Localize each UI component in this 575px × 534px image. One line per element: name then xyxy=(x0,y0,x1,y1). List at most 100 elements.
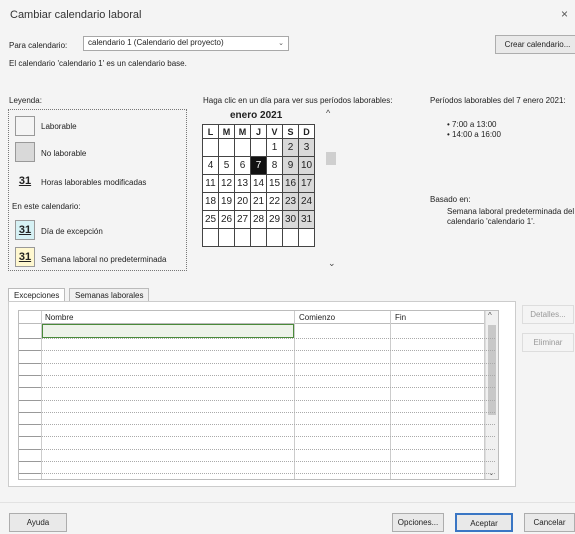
legend-swatch-modified-hours: 31 xyxy=(18,175,32,187)
calendar-day[interactable]: 4 xyxy=(202,156,219,175)
calendar-day[interactable] xyxy=(218,228,235,247)
weekday-header: V xyxy=(266,124,283,139)
options-button[interactable]: Opciones... xyxy=(392,513,444,532)
calendar-day[interactable]: 7 xyxy=(250,156,267,175)
table-row[interactable] xyxy=(19,399,495,401)
calendar-day[interactable]: 18 xyxy=(202,192,219,211)
legend-text-nonworking: No laborable xyxy=(41,149,87,158)
row-header[interactable] xyxy=(19,461,41,462)
table-row[interactable] xyxy=(19,436,495,438)
legend-swatch-nonworking xyxy=(15,142,35,162)
calendar-day[interactable]: 21 xyxy=(250,192,267,211)
calendar-day[interactable]: 6 xyxy=(234,156,251,175)
calendar-day[interactable]: 23 xyxy=(282,192,299,211)
row-header[interactable] xyxy=(19,424,41,426)
table-row[interactable] xyxy=(19,448,495,450)
delete-button[interactable]: Eliminar xyxy=(522,333,574,352)
calendar-day[interactable]: 14 xyxy=(250,174,267,193)
calendar-day[interactable]: 15 xyxy=(266,174,283,193)
table-row[interactable] xyxy=(19,411,495,413)
calendar-day[interactable]: 25 xyxy=(202,210,219,229)
calendar-day[interactable]: 9 xyxy=(282,156,299,175)
legend-swatch-nondefault-week: 31 xyxy=(15,247,35,267)
table-row[interactable] xyxy=(19,424,495,426)
calendar-day[interactable]: 24 xyxy=(298,192,315,211)
calendar-day[interactable] xyxy=(202,228,219,247)
calendar-day[interactable]: 1 xyxy=(266,138,283,157)
row-header[interactable] xyxy=(19,350,41,352)
legend-text-nondefault-week: Semana laboral no predeterminada xyxy=(41,255,167,264)
calendar-day[interactable]: 20 xyxy=(234,192,251,211)
calendar-day[interactable]: 29 xyxy=(266,210,283,229)
weekday-header: L xyxy=(202,124,219,139)
chevron-down-icon: ⌄ xyxy=(278,40,284,47)
calendar-select[interactable]: calendario 1 (Calendario del proyecto) ⌄ xyxy=(83,36,289,51)
calendar-day[interactable] xyxy=(234,228,251,247)
calendar-day[interactable]: 12 xyxy=(218,174,235,193)
legend-label: Leyenda: xyxy=(9,96,42,105)
table-row[interactable] xyxy=(19,473,495,475)
calendar-day[interactable]: 31 xyxy=(298,210,315,229)
based-on-label: Basado en: xyxy=(430,195,471,204)
calendar-day[interactable] xyxy=(266,228,283,247)
row-header[interactable] xyxy=(19,338,41,339)
table-row[interactable] xyxy=(19,461,495,462)
working-period: • 14:00 a 16:00 xyxy=(447,130,501,139)
row-header[interactable] xyxy=(19,387,41,389)
calendar-day[interactable]: 26 xyxy=(218,210,235,229)
calendar-day[interactable] xyxy=(202,138,219,157)
base-calendar-note: El calendario 'calendario 1' es un calen… xyxy=(9,59,187,68)
close-icon[interactable]: × xyxy=(561,7,568,21)
selected-cell[interactable] xyxy=(42,324,294,338)
create-calendar-button[interactable]: Crear calendario... xyxy=(495,35,575,54)
calendar-day[interactable]: 28 xyxy=(250,210,267,229)
row-header[interactable] xyxy=(19,399,41,401)
calendar-day[interactable]: 2 xyxy=(282,138,299,157)
details-button[interactable]: Detalles... xyxy=(522,305,574,324)
calendar-day[interactable]: 10 xyxy=(298,156,315,175)
row-header[interactable] xyxy=(19,448,41,450)
cancel-button[interactable]: Cancelar xyxy=(524,513,575,532)
weekday-header: M xyxy=(234,124,251,139)
calendar-day[interactable]: 17 xyxy=(298,174,315,193)
table-row[interactable] xyxy=(19,350,495,352)
calendar-day[interactable] xyxy=(250,228,267,247)
calendar-day[interactable]: 13 xyxy=(234,174,251,193)
row-header[interactable] xyxy=(19,473,41,475)
legend-box: Laborable No laborable 31 Horas laborabl… xyxy=(8,109,187,271)
legend-swatch-working xyxy=(15,116,35,136)
row-header[interactable] xyxy=(19,411,41,413)
calendar-day[interactable]: 27 xyxy=(234,210,251,229)
chevron-down-icon[interactable]: ⌄ xyxy=(328,258,336,269)
chevron-up-icon[interactable]: ^ xyxy=(488,311,492,320)
accept-button[interactable]: Aceptar xyxy=(455,513,513,532)
calendar-day[interactable] xyxy=(250,138,267,157)
row-header[interactable] xyxy=(19,362,41,364)
calendar-day[interactable]: 3 xyxy=(298,138,315,157)
table-row[interactable] xyxy=(19,374,495,376)
row-header[interactable] xyxy=(19,436,41,438)
calendar-day[interactable] xyxy=(234,138,251,157)
calendar-day[interactable] xyxy=(218,138,235,157)
calendar-day[interactable]: 11 xyxy=(202,174,219,193)
table-scrollbar[interactable]: ^ ⌄ xyxy=(485,311,498,479)
calendar-day[interactable] xyxy=(282,228,299,247)
calendar-day[interactable]: 5 xyxy=(218,156,235,175)
weekday-header: J xyxy=(250,124,267,139)
calendar-day[interactable] xyxy=(298,228,315,247)
legend-section-label: En este calendario: xyxy=(12,202,81,211)
calendar-day[interactable]: 22 xyxy=(266,192,283,211)
table-row[interactable] xyxy=(19,362,495,364)
calendar-scroll-thumb[interactable] xyxy=(326,152,336,165)
calendar-day[interactable]: 16 xyxy=(282,174,299,193)
help-button[interactable]: Ayuda xyxy=(9,513,67,532)
table-row[interactable] xyxy=(19,338,495,339)
table-row[interactable] xyxy=(19,387,495,389)
working-period: • 7:00 a 13:00 xyxy=(447,120,497,129)
calendar-day[interactable]: 30 xyxy=(282,210,299,229)
row-header[interactable] xyxy=(19,374,41,376)
based-on-text: Semana laboral predeterminada del calend… xyxy=(447,207,575,226)
chevron-up-icon[interactable]: ^ xyxy=(326,108,330,118)
calendar-day[interactable]: 19 xyxy=(218,192,235,211)
calendar-day[interactable]: 8 xyxy=(266,156,283,175)
